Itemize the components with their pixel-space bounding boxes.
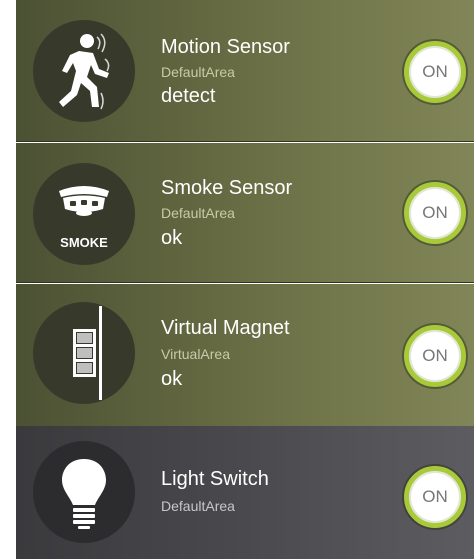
device-row-motion-sensor[interactable]: Motion Sensor DefaultArea detect ON <box>16 0 474 142</box>
device-area: DefaultArea <box>161 498 235 514</box>
door-magnet-icon <box>33 302 135 404</box>
device-row-smoke-sensor[interactable]: SMOKE Smoke Sensor DefaultArea ok ON <box>16 143 474 283</box>
device-status: ok <box>161 368 183 390</box>
device-title: Light Switch <box>161 468 269 490</box>
toggle-on-button[interactable]: ON <box>404 325 466 387</box>
toggle-on-button[interactable]: ON <box>404 182 466 244</box>
device-row-virtual-magnet[interactable]: Virtual Magnet VirtualArea ok ON <box>16 284 474 426</box>
device-status: detect <box>161 85 216 107</box>
toggle-on-button[interactable]: ON <box>404 41 466 103</box>
device-area: VirtualArea <box>161 346 231 362</box>
device-list: Motion Sensor DefaultArea detect ON SMOK… <box>16 0 474 559</box>
smoke-icon-label: SMOKE <box>60 235 108 250</box>
device-title: Smoke Sensor <box>161 177 293 199</box>
motion-icon <box>33 20 135 122</box>
toggle-on-button[interactable]: ON <box>404 466 466 528</box>
light-bulb-icon <box>33 441 135 543</box>
device-title: Motion Sensor <box>161 36 290 58</box>
device-status: ok <box>161 227 183 249</box>
smoke-detector-icon: SMOKE <box>33 163 135 265</box>
device-row-light-switch[interactable]: Light Switch DefaultArea ON <box>16 426 474 559</box>
device-title: Virtual Magnet <box>161 317 290 339</box>
device-area: DefaultArea <box>161 64 235 80</box>
device-area: DefaultArea <box>161 205 235 221</box>
